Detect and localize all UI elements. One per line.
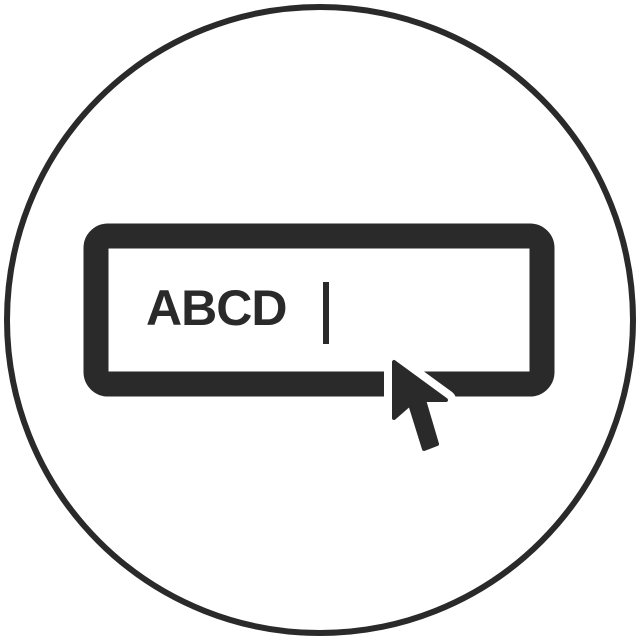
text-caret xyxy=(323,282,329,344)
text-input-illustration xyxy=(4,4,636,636)
text-input-icon-badge: ABCD xyxy=(0,0,640,640)
input-value-text: ABCD xyxy=(146,280,287,336)
